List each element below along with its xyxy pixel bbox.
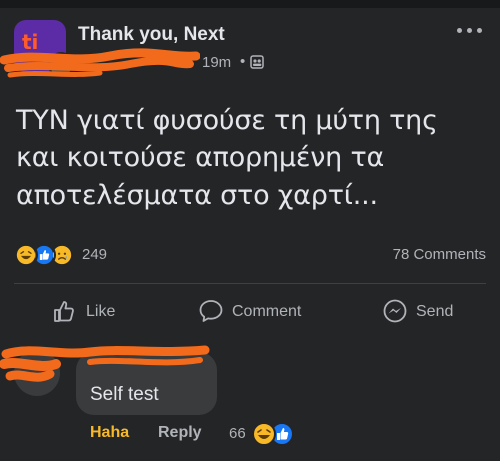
group-name[interactable]: Thank you, Next xyxy=(78,24,225,46)
haha-reaction-icon xyxy=(252,422,276,446)
send-label: Send xyxy=(416,303,454,320)
comment-count[interactable]: 78 Comments xyxy=(393,246,486,263)
reactions-summary[interactable]: 249 78 Comments xyxy=(0,240,500,270)
post-card: ti Thank you, Next 19m • ΤΥΝ γιατί φυσού… xyxy=(0,0,500,340)
send-button[interactable]: Send xyxy=(382,296,472,330)
comment-haha-button[interactable]: Haha xyxy=(90,424,129,442)
reaction-count[interactable]: 249 xyxy=(82,246,107,263)
more-options-button[interactable] xyxy=(454,20,486,40)
like-icon xyxy=(54,301,74,322)
comment-button[interactable]: Comment xyxy=(198,296,318,330)
comment-reply-button[interactable]: Reply xyxy=(158,424,202,442)
group-avatar-letters: ti xyxy=(22,30,39,54)
more-dots-icon xyxy=(457,28,462,33)
haha-reaction-icon xyxy=(14,243,38,267)
top-strip xyxy=(0,0,500,8)
comment-label: Comment xyxy=(232,303,302,320)
group-audience-icon xyxy=(250,55,264,69)
meta-separator: • xyxy=(240,53,246,70)
like-button[interactable]: Like xyxy=(52,296,132,330)
author-avatar[interactable] xyxy=(48,52,74,78)
post-meta: 19m • xyxy=(78,52,278,74)
comment-text: Self test xyxy=(90,384,159,405)
commenter-avatar[interactable] xyxy=(14,350,60,396)
messenger-icon xyxy=(383,299,407,323)
more-dots-icon xyxy=(477,28,482,33)
more-dots-icon xyxy=(467,28,472,33)
like-label: Like xyxy=(86,303,116,320)
post-time[interactable]: 19m xyxy=(202,54,231,71)
comment-icon xyxy=(199,300,223,322)
divider xyxy=(14,283,486,284)
post-text: ΤΥΝ γιατί φυσούσε τη μύτη της και κοιτού… xyxy=(16,105,438,211)
comment-reaction-count[interactable]: 66 xyxy=(229,425,246,442)
comment-actions: Haha Reply 66 xyxy=(0,422,500,446)
